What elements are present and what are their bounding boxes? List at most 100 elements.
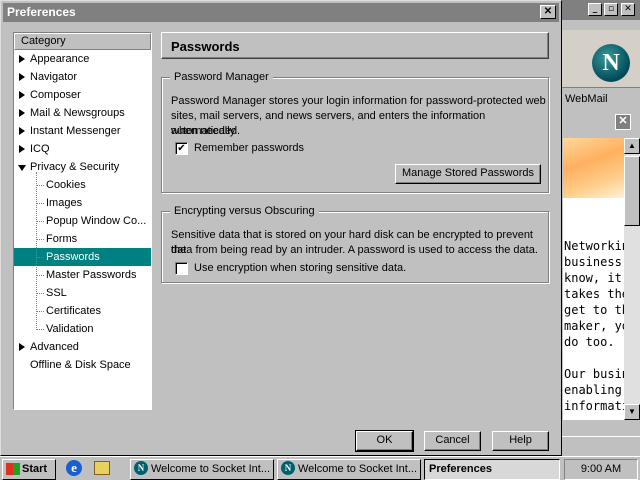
page-text-line: enabling [564,383,622,397]
category-item-passwords[interactable]: Passwords [14,248,151,266]
encrypting-description-line: data from being read by an intruder. A p… [171,244,538,256]
page-text-line: informatio [564,399,624,413]
tree-connector [37,311,44,312]
panel-header: Passwords [161,32,549,59]
scroll-up-icon[interactable]: ▲ [624,138,640,154]
scroll-down-icon[interactable]: ▼ [624,404,640,420]
tree-connector [37,185,44,186]
tree-connector [37,221,44,222]
remember-passwords-label[interactable]: Remember passwords [194,141,304,155]
category-item-ssl[interactable]: SSL [14,284,151,302]
internet-explorer-icon[interactable]: e [66,460,82,476]
sidebar-close-icon[interactable]: ✕ [615,114,631,130]
category-item-label: Instant Messenger [30,125,121,137]
password-manager-legend: Password Manager [170,70,273,84]
close-button[interactable]: ✕ [621,3,635,16]
use-encryption-label[interactable]: Use encryption when storing sensitive da… [194,261,406,275]
tree-connector-line [36,172,37,330]
category-item-advanced[interactable]: Advanced [14,338,151,356]
category-tree[interactable]: Category Appearance Navigator Composer Mail… [13,32,152,410]
category-item-popup-window-co[interactable]: Popup Window Co... [14,212,151,230]
expand-right-icon[interactable] [19,91,25,99]
category-item-label: Passwords [46,251,100,263]
page-text-line: business. [564,255,624,269]
category-item-label: Cookies [46,179,86,191]
expand-right-icon[interactable] [19,109,25,117]
category-item-label: Mail & Newsgroups [30,107,125,119]
taskbar-window-label: Preferences [429,463,492,475]
page-text-line: takes the [564,287,624,301]
scroll-thumb[interactable] [624,156,640,226]
category-item-label: Advanced [30,341,79,353]
category-item-offline-disk-space[interactable]: Offline & Disk Space [14,356,151,374]
password-manager-group: Password Manager Password Manager stores… [161,70,549,193]
start-button[interactable]: Start [2,459,56,480]
category-item-label: Appearance [30,53,90,65]
vertical-scrollbar[interactable]: ▲ ▼ [624,138,640,420]
category-item-cookies[interactable]: Cookies [14,176,151,194]
page-text-line: get to th [564,303,624,317]
page-banner-image [563,138,624,198]
category-item-label: Certificates [46,305,102,317]
category-item-label: Offline & Disk Space [30,359,131,371]
expand-right-icon[interactable] [19,343,25,351]
taskbar-window-button[interactable]: N Welcome to Socket Int... [130,459,274,480]
category-item-label: ICQ [30,143,50,155]
use-encryption-checkbox[interactable] [175,262,188,275]
taskbar-window-button-active[interactable]: Preferences [424,459,560,480]
tree-connector [37,203,44,204]
expand-right-icon[interactable] [19,145,25,153]
taskbar-window-button[interactable]: N Welcome to Socket Int... [277,459,421,480]
page-text-line: Networkin [564,239,624,253]
remember-passwords-checkbox[interactable]: ✔ [175,142,188,155]
expand-right-icon[interactable] [19,55,25,63]
expand-down-icon[interactable] [18,165,26,171]
help-button[interactable]: Help [492,431,549,451]
category-item-privacy-security[interactable]: Privacy & Security [14,158,151,176]
category-item-label: Popup Window Co... [46,215,147,227]
page-title: Passwords [171,39,240,54]
manage-stored-passwords-button[interactable]: Manage Stored Passwords [395,164,541,184]
dialog-close-button[interactable]: ✕ [540,5,556,19]
tree-connector [37,293,44,294]
category-item-images[interactable]: Images [14,194,151,212]
ok-button[interactable]: OK [355,430,414,452]
category-item-label: Privacy & Security [30,161,120,173]
browser-statusbar [555,436,640,456]
taskbar-window-label: Welcome to Socket Int... [151,463,271,475]
taskbar-window-label: Welcome to Socket Int... [298,463,418,475]
category-item-label: Composer [30,89,81,101]
background-window-titlebar[interactable]: _ ▫ ✕ [555,0,640,20]
webmail-link[interactable]: WebMail [565,90,640,108]
system-tray-clock[interactable]: 9:00 AM [564,459,638,480]
category-item-forms[interactable]: Forms [14,230,151,248]
page-text-line: know, it's [564,271,624,285]
category-item-instant-messenger[interactable]: Instant Messenger [14,122,151,140]
expand-right-icon[interactable] [19,73,25,81]
category-item-icq[interactable]: ICQ [14,140,151,158]
cancel-button[interactable]: Cancel [424,431,481,451]
category-item-master-passwords[interactable]: Master Passwords [14,266,151,284]
windows-logo-icon [6,463,20,476]
category-item-navigator[interactable]: Navigator [14,68,151,86]
netscape-logo-icon[interactable]: N [592,44,630,82]
category-item-composer[interactable]: Composer [14,86,151,104]
category-item-certificates[interactable]: Certificates [14,302,151,320]
password-manager-description-line: when needed. [171,125,241,137]
expand-right-icon[interactable] [19,127,25,135]
category-column-header[interactable]: Category [14,33,151,50]
tree-connector [37,257,44,258]
background-browser-window[interactable]: _ ▫ ✕ N WebMail ✕ Networkin business. kn… [555,0,640,456]
category-item-label: Validation [46,323,94,335]
category-item-appearance[interactable]: Appearance [14,50,151,68]
category-item-label: Master Passwords [46,269,137,281]
minimize-button[interactable]: _ [588,3,602,16]
page-text-line: maker, yo [564,319,624,333]
category-item-mail-newsgroups[interactable]: Mail & Newsgroups [14,104,151,122]
encrypting-group: Encrypting versus Obscuring Sensitive da… [161,204,549,283]
category-item-label: SSL [46,287,67,299]
dialog-titlebar[interactable]: Preferences ✕ [3,3,559,22]
category-item-validation[interactable]: Validation [14,320,151,338]
restore-button[interactable]: ▫ [604,3,618,16]
show-desktop-icon[interactable] [94,461,110,475]
